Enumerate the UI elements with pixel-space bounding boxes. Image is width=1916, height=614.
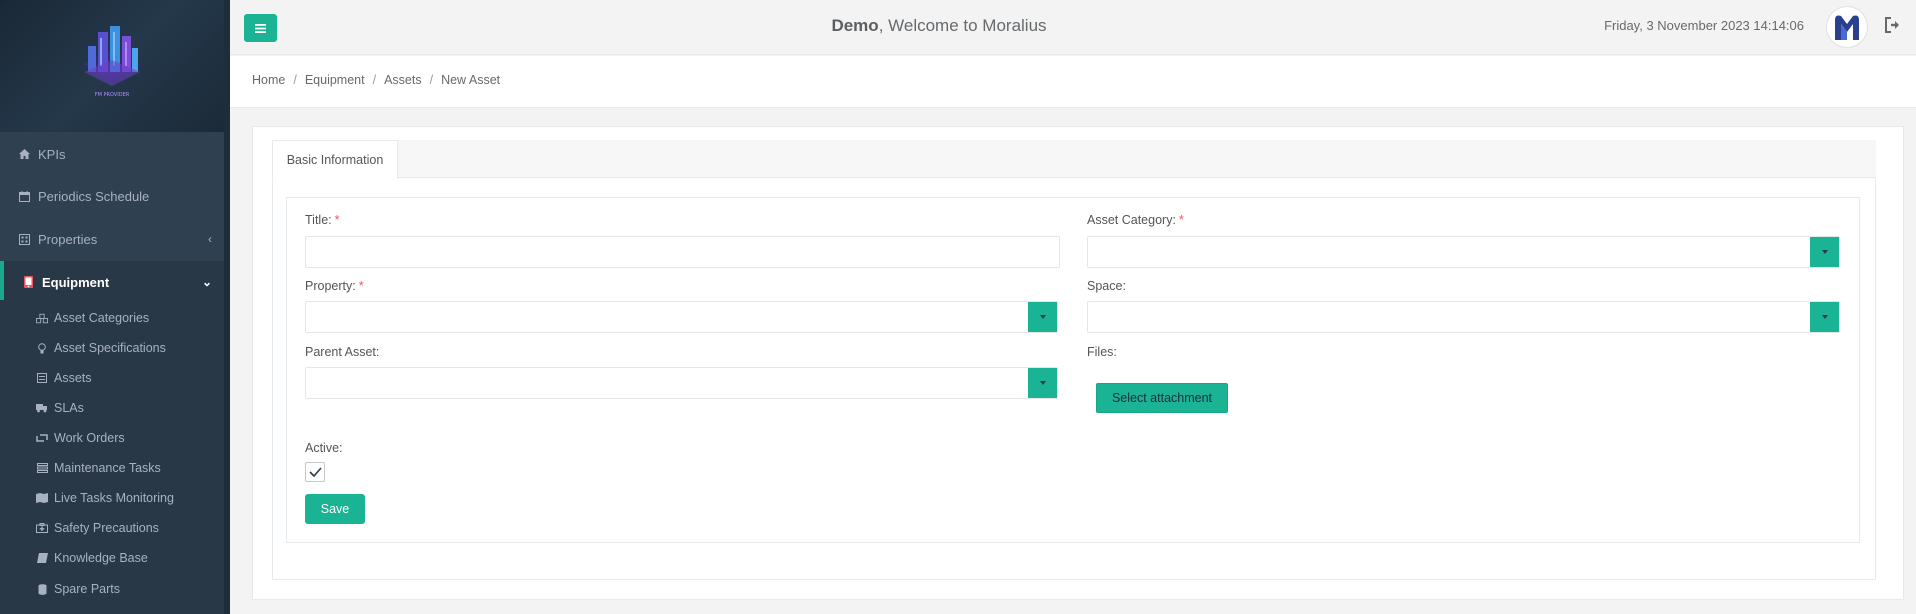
save-button[interactable]: Save <box>305 494 365 524</box>
sidebar: FM PROVIDER KPIs Periodics Schedule Prop… <box>0 0 224 614</box>
welcome-username: Demo <box>831 16 879 35</box>
check-icon <box>308 467 322 477</box>
submenu-item-label: Live Tasks Monitoring <box>54 491 174 505</box>
current-datetime: Friday, 3 November 2023 14:14:06 <box>1604 18 1804 33</box>
breadcrumb-home[interactable]: Home <box>252 73 285 87</box>
submenu-item-spare-parts[interactable]: Spare Parts <box>36 574 120 604</box>
breadcrumb-separator: / <box>429 73 434 87</box>
retweet-icon <box>36 433 48 443</box>
submenu-item-label: Safety Precautions <box>54 521 159 535</box>
home-icon <box>18 149 30 159</box>
building-icon <box>18 233 30 245</box>
required-mark: * <box>358 279 364 293</box>
sidebar-item-periodics-schedule[interactable]: Periodics Schedule <box>0 175 224 217</box>
submenu-item-label: Knowledge Base <box>54 551 148 565</box>
tab-strip <box>272 140 1876 178</box>
truck-icon <box>36 403 48 413</box>
parent-asset-select[interactable] <box>305 367 1058 399</box>
tablet-icon <box>22 276 34 288</box>
map-icon <box>36 493 48 503</box>
required-mark: * <box>1178 213 1184 227</box>
submenu-item-label: Work Orders <box>54 431 125 445</box>
asset-category-label: Asset Category: * <box>1087 213 1184 227</box>
sidebar-item-label: Periodics Schedule <box>38 188 150 204</box>
active-checkbox[interactable] <box>305 462 325 482</box>
title-input[interactable] <box>305 236 1060 268</box>
welcome-message: Demo, Welcome to Moralius <box>230 16 1648 36</box>
submenu-item-label: Spare Parts <box>54 582 121 596</box>
submenu-item-knowledge-base[interactable]: Knowledge Base <box>36 543 148 573</box>
submenu-item-safety-precautions[interactable]: Safety Precautions <box>36 513 159 543</box>
property-dropdown-button[interactable] <box>1028 302 1057 332</box>
sidebar-item-label: Properties <box>38 231 98 247</box>
welcome-text: , Welcome to Moralius <box>878 16 1047 35</box>
breadcrumb-separator: / <box>372 73 377 87</box>
submenu-item-label: Assets <box>54 371 92 385</box>
files-label: Files: <box>1087 345 1117 359</box>
parent-asset-label: Parent Asset: <box>305 345 380 359</box>
asset-category-dropdown-button[interactable] <box>1810 237 1839 267</box>
caret-down-icon <box>1039 315 1046 319</box>
space-select[interactable] <box>1087 301 1840 333</box>
caret-down-icon <box>1039 381 1046 385</box>
breadcrumb-bar: Home / Equipment / Assets / New Asset <box>230 56 1916 108</box>
breadcrumb-assets[interactable]: Assets <box>384 73 422 87</box>
submenu-item-slas[interactable]: SLAs <box>36 393 84 423</box>
svg-text:FM PROVIDER: FM PROVIDER <box>95 92 130 98</box>
sidebar-item-kpis[interactable]: KPIs <box>0 133 224 175</box>
submenu-item-work-orders[interactable]: Work Orders <box>36 423 125 453</box>
chevron-left-icon: ‹ <box>208 232 212 246</box>
submenu-item-label: Asset Specifications <box>54 341 166 355</box>
medkit-icon <box>36 523 48 533</box>
tasks-icon <box>36 463 48 473</box>
submenu-item-assets[interactable]: Assets <box>36 363 92 393</box>
title-label: Title: * <box>305 213 340 227</box>
submenu-item-asset-specifications[interactable]: Asset Specifications <box>36 333 166 363</box>
company-logo: FM PROVIDER <box>82 26 142 98</box>
active-label: Active: <box>305 441 343 455</box>
equipment-submenu: Asset Categories Asset Specifications As… <box>0 300 224 614</box>
sign-out-icon[interactable] <box>1884 16 1902 34</box>
asset-category-label-text: Asset Category: <box>1087 213 1176 227</box>
avatar[interactable] <box>1826 6 1868 48</box>
database-icon <box>36 583 48 595</box>
lightbulb-icon <box>36 342 48 354</box>
logo-area: FM PROVIDER <box>0 0 224 132</box>
breadcrumb: Home / Equipment / Assets / New Asset <box>252 73 500 87</box>
submenu-item-label: SLAs <box>54 401 84 415</box>
required-mark: * <box>334 213 340 227</box>
sidebar-item-label: KPIs <box>38 146 66 162</box>
moralius-logo-icon <box>1835 15 1859 40</box>
property-label: Property: * <box>305 279 364 293</box>
property-select[interactable] <box>305 301 1058 333</box>
cubes-icon <box>36 313 48 324</box>
property-label-text: Property: <box>305 279 356 293</box>
submenu-item-label: Asset Categories <box>54 311 150 325</box>
sidebar-item-label: Equipment <box>42 274 110 290</box>
space-dropdown-button[interactable] <box>1810 302 1839 332</box>
breadcrumb-current: New Asset <box>441 73 501 87</box>
calendar-icon <box>18 190 30 202</box>
sidebar-item-properties[interactable]: Properties ‹ <box>0 218 224 260</box>
submenu-item-asset-categories[interactable]: Asset Categories <box>36 303 149 333</box>
asset-category-select[interactable] <box>1087 236 1840 268</box>
tab-basic-information[interactable]: Basic Information <box>272 140 398 179</box>
top-navbar: Demo, Welcome to Moralius Friday, 3 Nove… <box>230 0 1916 55</box>
space-label: Space: <box>1087 279 1126 293</box>
select-attachment-button[interactable]: Select attachment <box>1096 383 1228 413</box>
title-label-text: Title: <box>305 213 332 227</box>
list-icon <box>36 373 48 383</box>
submenu-item-live-tasks-monitoring[interactable]: Live Tasks Monitoring <box>36 483 174 513</box>
caret-down-icon <box>1821 250 1828 254</box>
submenu-item-maintenance-tasks[interactable]: Maintenance Tasks <box>36 453 161 483</box>
breadcrumb-equipment[interactable]: Equipment <box>305 73 365 87</box>
book-icon <box>36 553 48 563</box>
breadcrumb-separator: / <box>293 73 297 87</box>
submenu-item-label: Maintenance Tasks <box>54 461 161 475</box>
sidebar-item-equipment[interactable]: Equipment ⌄ <box>0 261 224 303</box>
caret-down-icon <box>1821 315 1828 319</box>
parent-asset-dropdown-button[interactable] <box>1028 368 1057 398</box>
chevron-down-icon: ⌄ <box>201 275 212 289</box>
